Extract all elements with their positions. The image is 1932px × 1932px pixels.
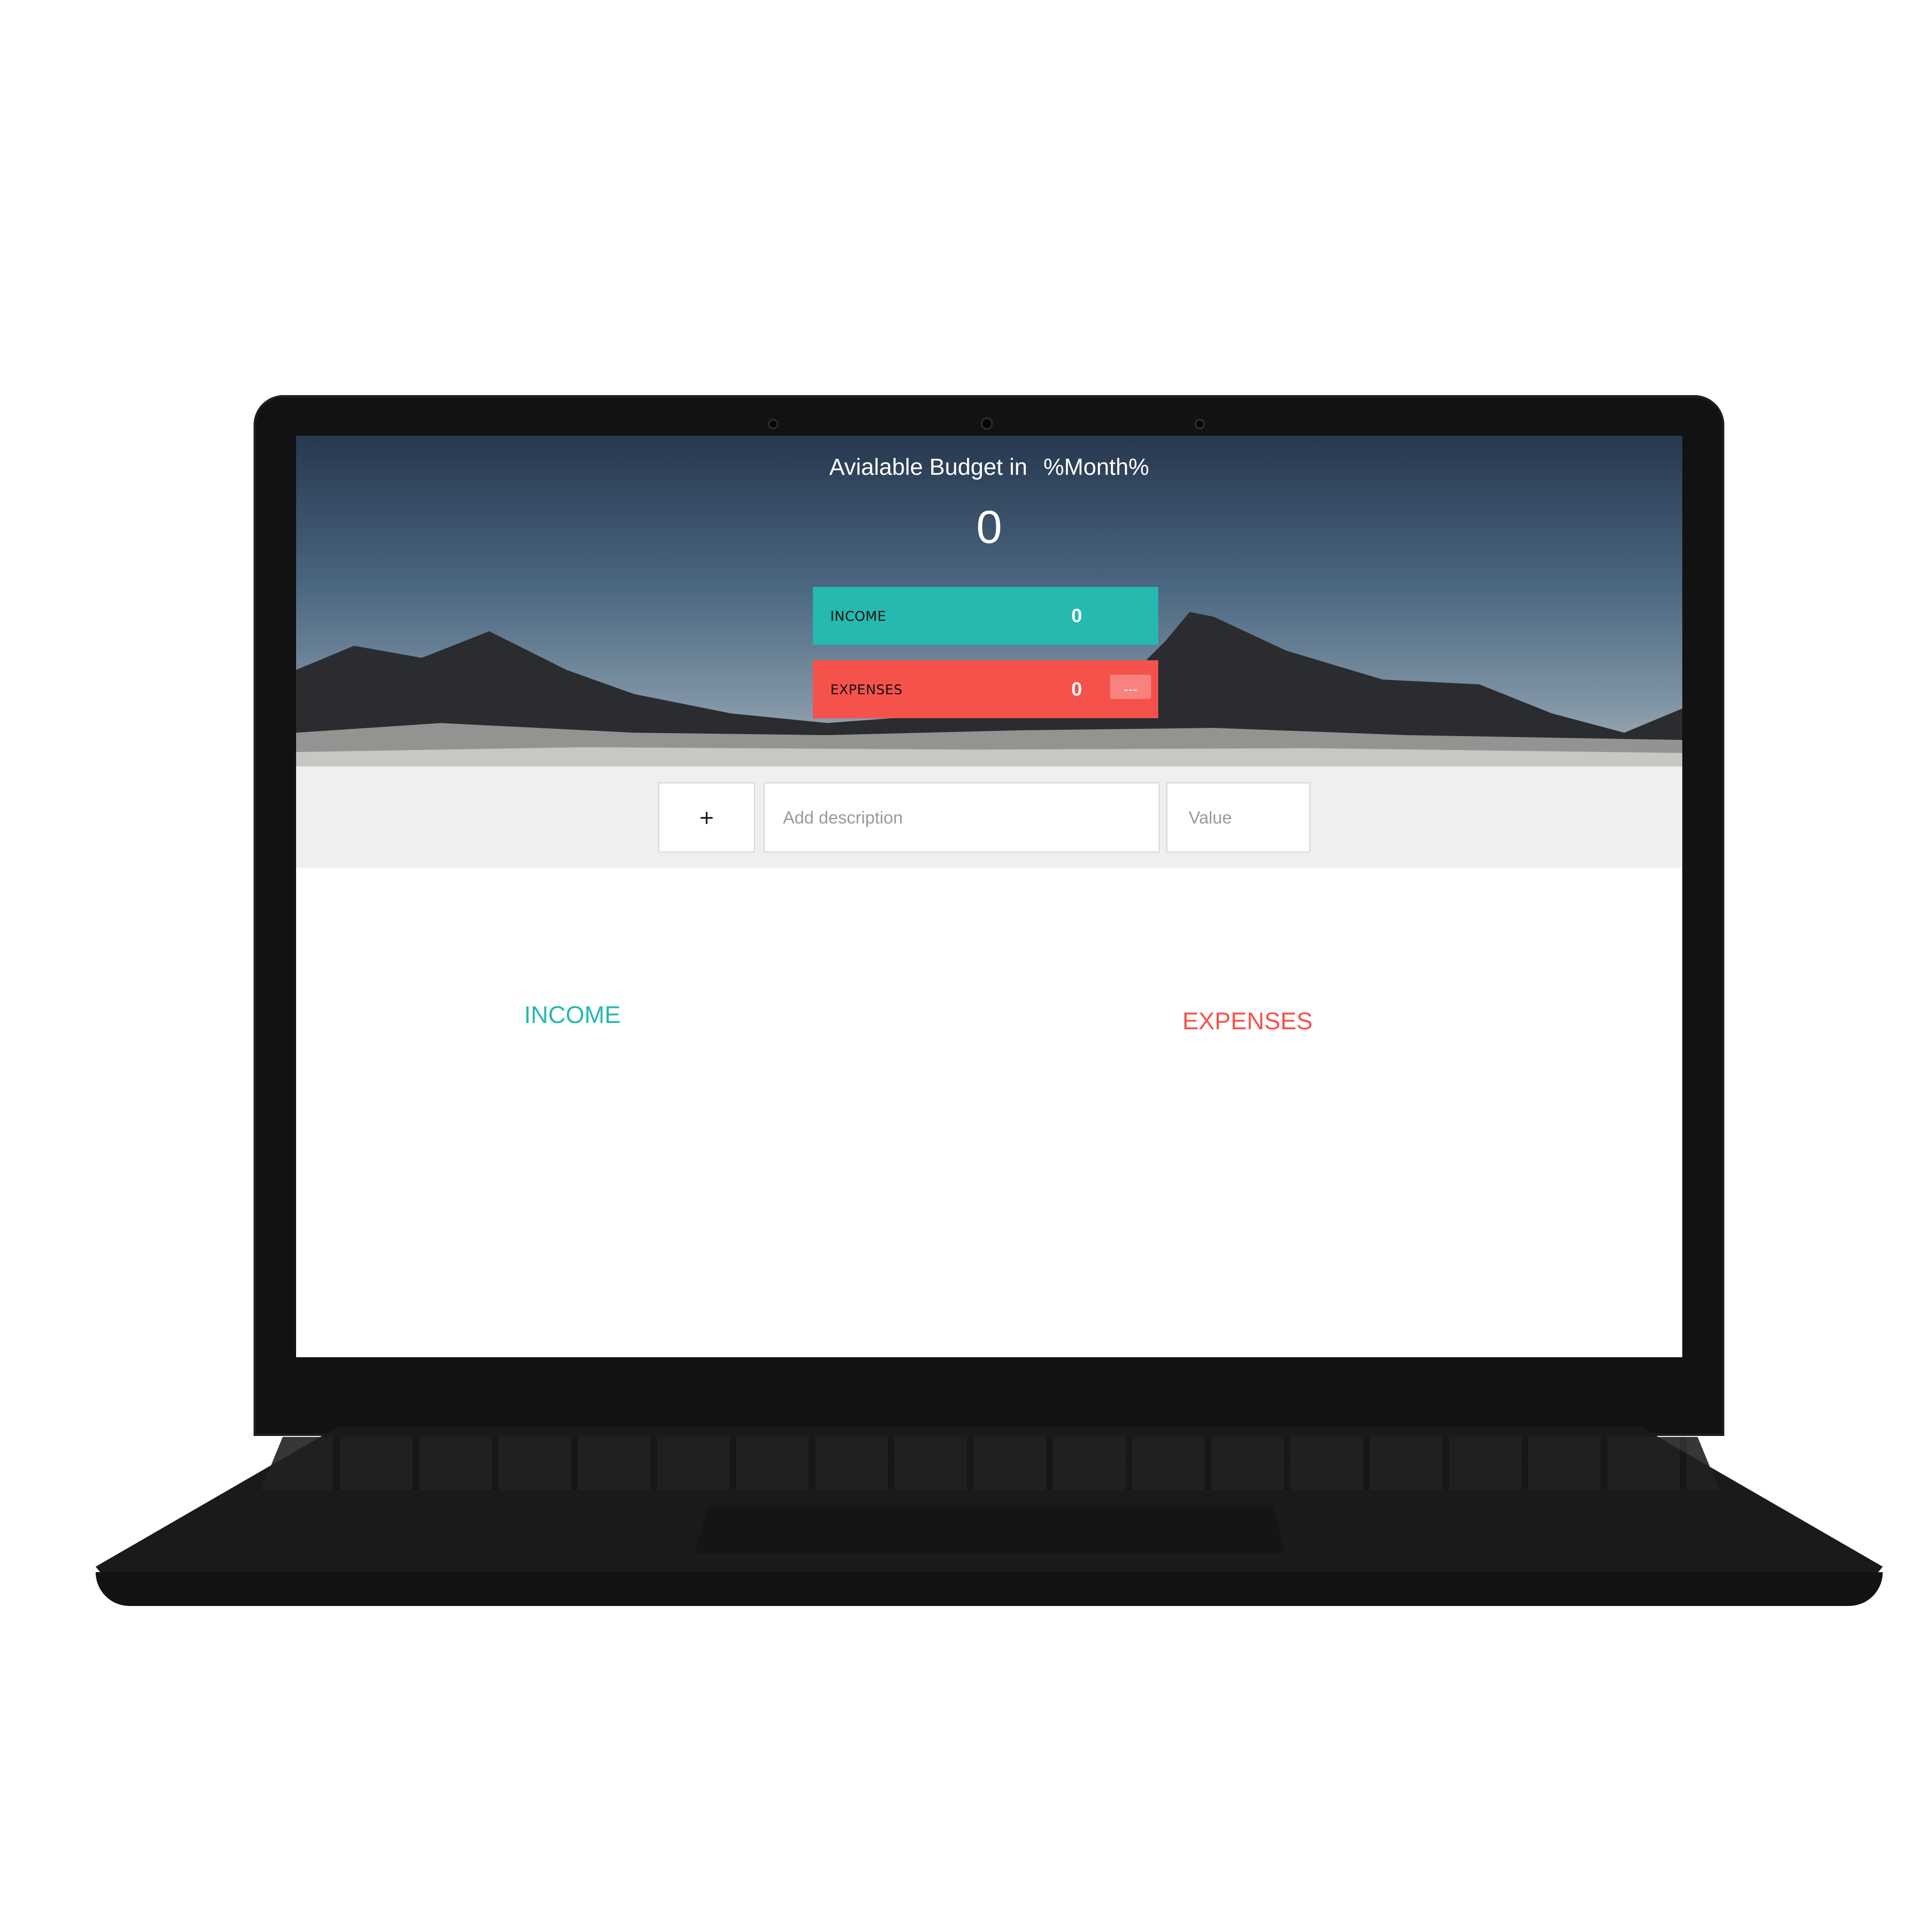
income-summary-value: 0 — [1071, 605, 1082, 626]
expenses-list-title: EXPENSES — [1182, 1008, 1313, 1035]
trackpad — [696, 1507, 1285, 1553]
expenses-summary-value: 0 — [1071, 678, 1082, 700]
budget-title: Avialable Budget in %Month% — [296, 454, 1682, 481]
add-type-select[interactable]: + — [658, 782, 755, 852]
expenses-summary-label: EXPENSES — [830, 681, 903, 697]
sensor-icon — [768, 419, 779, 429]
laptop-base-edge — [96, 1572, 1883, 1606]
keyboard — [261, 1437, 1719, 1490]
budget-header: Avialable Budget in %Month% 0 INCOME 0 E… — [296, 436, 1682, 767]
sensor-icon — [1194, 419, 1205, 429]
add-item-bar: + — [296, 767, 1682, 868]
webcam-icon — [980, 417, 993, 430]
budget-month: %Month% — [1043, 455, 1150, 480]
income-summary: INCOME 0 — [813, 587, 1158, 645]
budget-title-text: Avialable Budget in — [829, 455, 1027, 480]
expenses-percentage-badge: --- — [1110, 675, 1151, 699]
app-screen: Avialable Budget in %Month% 0 INCOME 0 E… — [296, 436, 1682, 1357]
description-input[interactable] — [764, 782, 1160, 852]
expenses-summary: EXPENSES 0 --- — [813, 660, 1158, 718]
income-summary-label: INCOME — [830, 608, 886, 624]
income-list-title: INCOME — [524, 1001, 621, 1028]
value-input[interactable] — [1166, 782, 1310, 852]
available-budget-value: 0 — [976, 501, 1002, 553]
